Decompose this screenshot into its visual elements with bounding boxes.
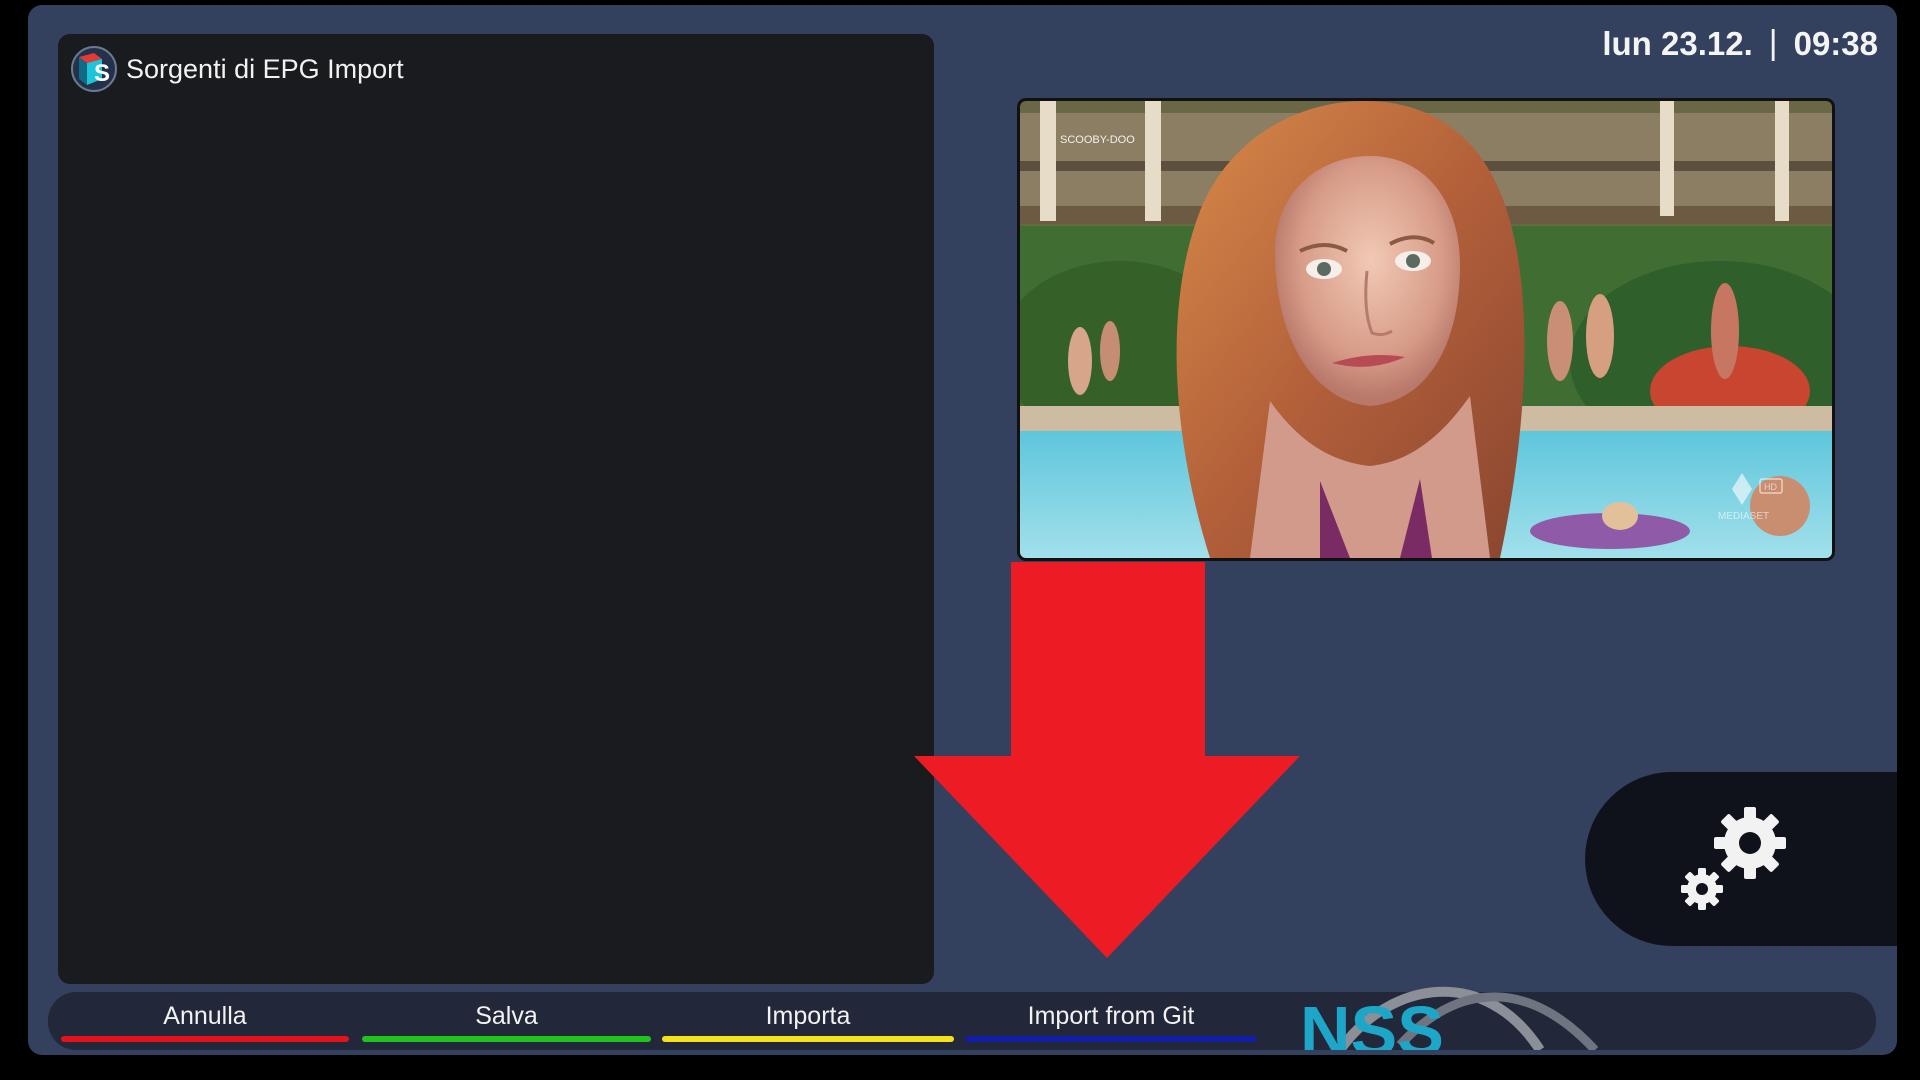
svg-text:S: S xyxy=(94,60,110,87)
green-button[interactable]: Salva xyxy=(362,992,651,1050)
date-text: lun 23.12. xyxy=(1602,24,1753,62)
red-button-label: Annulla xyxy=(163,1002,247,1030)
red-button-line xyxy=(61,1036,349,1042)
blue-button[interactable]: Import from Git xyxy=(965,992,1257,1050)
page-header: S Sorgenti di EPG Import xyxy=(70,44,404,94)
nss-brand-text: NSS xyxy=(1300,992,1444,1050)
clock-separator: | xyxy=(1768,24,1778,62)
epg-sources-list-panel[interactable] xyxy=(58,34,934,984)
yellow-button-label: Importa xyxy=(765,1002,851,1030)
video-frame: SCOOBY-DOO HD MEDIASET xyxy=(1020,101,1832,558)
channel-watermark: SCOOBY-DOO xyxy=(1060,134,1135,146)
clock: lun 23.12. | 09:38 xyxy=(1602,24,1878,63)
red-arrow-down-icon xyxy=(914,562,1300,958)
nss-brand-logo: NSS xyxy=(1300,986,1599,1050)
yellow-button-line xyxy=(662,1036,954,1042)
page-title: Sorgenti di EPG Import xyxy=(126,53,404,84)
green-button-label: Salva xyxy=(475,1002,538,1030)
nss-logo-icon: S xyxy=(71,46,117,92)
settings-panel[interactable] xyxy=(1585,772,1897,946)
tv-preview: SCOOBY-DOO HD MEDIASET xyxy=(1020,101,1832,558)
hd-badge: HD xyxy=(1764,482,1777,492)
yellow-button[interactable]: Importa xyxy=(662,992,954,1050)
blue-button-line xyxy=(965,1036,1257,1042)
time-text: 09:38 xyxy=(1793,24,1878,62)
red-button[interactable]: Annulla xyxy=(61,992,349,1050)
broadcaster-watermark: MEDIASET xyxy=(1718,511,1769,522)
screen: S Sorgenti di EPG Import lun 23.12. | 09… xyxy=(0,0,1920,1080)
gear-icon[interactable] xyxy=(1680,805,1798,917)
blue-button-label: Import from Git xyxy=(1027,1002,1195,1030)
green-button-line xyxy=(362,1036,651,1042)
